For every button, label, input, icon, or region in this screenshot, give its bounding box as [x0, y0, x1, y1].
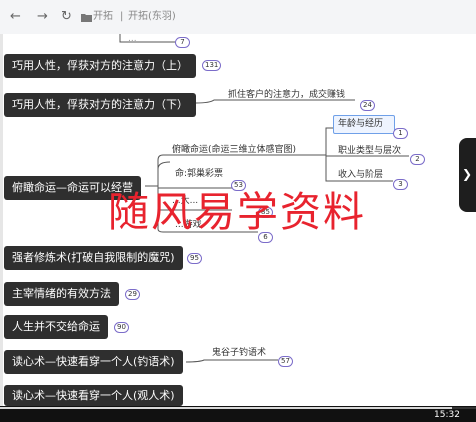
- subnode-fate-lottery[interactable]: 命:郭巢彩票: [175, 168, 223, 180]
- watermark-text: 随风易学资料: [108, 188, 366, 236]
- node-label: 读心术—快速看穿一个人(钓语术): [12, 355, 175, 368]
- node-label: 读心术—快速看穿一个人(观人术): [12, 389, 175, 402]
- node-label: 巧用人性，俘获对方的注意力（上）: [12, 59, 188, 72]
- subnode-income-badge: 3: [393, 179, 408, 190]
- subnode-income[interactable]: 收入与阶层: [338, 169, 383, 181]
- node-label: 强者修炼术(打破自我限制的魔咒): [12, 251, 175, 264]
- subnode-age[interactable]: 年龄与经历: [338, 118, 383, 130]
- subnode-fate-overview[interactable]: 俯瞰命运(命运三维立体感官图): [172, 144, 296, 156]
- chevron-right-icon: ❯: [462, 167, 473, 181]
- node-attention-1-badge: 131: [202, 60, 222, 71]
- node-mind-reading-1[interactable]: 读心术—快速看穿一个人(钓语术): [4, 350, 183, 374]
- node-label: 主宰情绪的有效方法: [12, 287, 111, 300]
- node-emotion[interactable]: 主宰情绪的有效方法: [4, 282, 119, 306]
- node-emotion-badge: 29: [125, 289, 140, 300]
- subnode-grab-attention-badge: 24: [360, 100, 375, 111]
- video-time: 15:32: [434, 410, 460, 420]
- node-life-badge: 90: [114, 322, 129, 333]
- node-label: 巧用人性，俘获对方的注意力（下）: [12, 98, 188, 111]
- node-mind-reading-2[interactable]: 读心术—快速看穿一个人(观人术): [4, 385, 183, 406]
- node-attention-1[interactable]: 巧用人性，俘获对方的注意力（上）: [4, 54, 196, 78]
- subnode-career-badge: 2: [410, 154, 425, 165]
- node-strength-badge: 95: [187, 253, 202, 264]
- subnode-ghost-valley-badge: 57: [278, 356, 293, 367]
- next-page-button[interactable]: ❯: [459, 138, 476, 212]
- node-label: 人生并不交给命运: [12, 320, 100, 333]
- node-attention-2[interactable]: 巧用人性，俘获对方的注意力（下）: [4, 93, 196, 117]
- node-life[interactable]: 人生并不交给命运: [4, 315, 108, 339]
- node-strength[interactable]: 强者修炼术(打破自我限制的魔咒): [4, 246, 183, 270]
- subnode-grab-attention[interactable]: 抓住客户的注意力，成交赚钱: [228, 89, 345, 101]
- subnode-ghost-valley[interactable]: 鬼谷子钓语术: [212, 347, 266, 359]
- video-progress-fill: [0, 407, 452, 409]
- top-partial-text: ...: [128, 34, 137, 44]
- subnode-age-badge: 1: [393, 128, 408, 139]
- top-badge: 7: [175, 37, 190, 48]
- subnode-career[interactable]: 职业类型与层次: [338, 145, 401, 157]
